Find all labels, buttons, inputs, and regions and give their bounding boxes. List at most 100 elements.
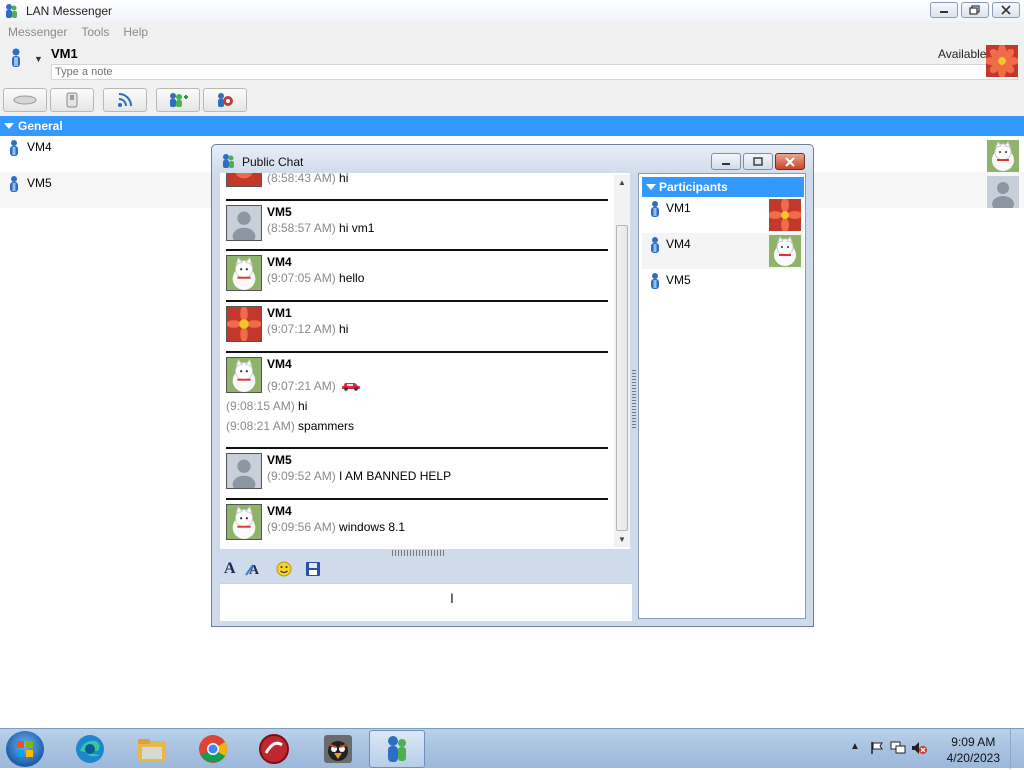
- clock[interactable]: 9:09 AM 4/20/2023: [947, 734, 1000, 766]
- car-emoticon-icon: [342, 383, 361, 391]
- conversation-icon: [13, 95, 37, 105]
- message-time: (9:09:56 AM): [267, 520, 336, 534]
- show-desktop-button[interactable]: [1010, 729, 1024, 769]
- status-dropdown-icon[interactable]: ▼: [34, 54, 43, 64]
- save-icon[interactable]: [305, 561, 321, 577]
- add-contact-icon: [170, 93, 188, 107]
- add-contact-button[interactable]: [156, 88, 200, 112]
- user-status-icon: [10, 176, 18, 192]
- menu-tools[interactable]: Tools: [81, 25, 109, 39]
- participants-header[interactable]: Participants: [642, 177, 804, 197]
- taskbar-chrome[interactable]: [185, 730, 241, 768]
- pane-splitter[interactable]: [392, 550, 452, 556]
- message-time: (9:08:15 AM): [226, 399, 295, 413]
- user-name: VM1: [51, 46, 78, 61]
- close-icon: [785, 156, 795, 167]
- chrome-icon: [199, 735, 227, 763]
- default-avatar: [226, 205, 262, 241]
- scroll-up-icon[interactable]: ▲: [618, 178, 626, 187]
- lucky-cat-avatar: [226, 255, 262, 291]
- messenger-icon: [6, 4, 17, 18]
- file-transfer-button[interactable]: [50, 88, 94, 112]
- taskbar: ▲ 9:09 AM 4/20/2023: [0, 728, 1024, 769]
- network-icon[interactable]: [890, 741, 906, 755]
- participant-row[interactable]: VM5: [642, 269, 804, 305]
- message-time: (9:07:05 AM): [267, 271, 336, 285]
- lucky-cat-avatar: [987, 140, 1019, 172]
- message-scrollbar[interactable]: ▲ ▼: [614, 175, 630, 547]
- message-text: hi: [298, 399, 308, 413]
- collapse-arrow-icon[interactable]: [646, 184, 656, 190]
- message-history[interactable]: (8:58:43 AM) hi VM5 (8:58:57 AM) hi vm1 …: [220, 173, 630, 549]
- system-tray: ▲ 9:09 AM 4/20/2023: [834, 729, 1024, 769]
- menu-bar: Messenger Tools Help: [0, 22, 1024, 42]
- taskbar-angry-birds[interactable]: [310, 730, 366, 768]
- font-icon[interactable]: A: [224, 560, 236, 578]
- chat-maximize-button[interactable]: [743, 153, 773, 170]
- clock-date: 4/20/2023: [946, 751, 1000, 765]
- text-cursor-icon: I: [450, 590, 454, 606]
- chat-message: VM4 (9:07:05 AM) hello: [226, 255, 616, 293]
- menu-messenger[interactable]: Messenger: [8, 25, 67, 39]
- message-sender: VM5: [267, 205, 292, 219]
- action-center-flag-icon[interactable]: [870, 741, 884, 755]
- taskbar-explorer[interactable]: [124, 730, 180, 768]
- message-text: hi vm1: [339, 221, 375, 235]
- message-compose-input[interactable]: I: [220, 583, 632, 621]
- message-time: (9:08:21 AM): [226, 419, 295, 433]
- smiley-icon[interactable]: [276, 561, 292, 577]
- participant-name: VM4: [666, 237, 691, 251]
- user-avatar[interactable]: [986, 45, 1018, 77]
- scroll-thumb[interactable]: [616, 225, 628, 531]
- participant-row[interactable]: VM4: [642, 233, 804, 269]
- user-status-icon: [651, 201, 659, 217]
- message-separator: [226, 300, 608, 302]
- broadcast-button[interactable]: [103, 88, 147, 112]
- show-hidden-icons-icon[interactable]: ▲: [850, 741, 860, 752]
- font-color-icon[interactable]: A: [245, 561, 263, 577]
- message-sender: VM5: [267, 453, 292, 467]
- group-header-general[interactable]: General: [0, 116, 1024, 136]
- message-text: hello: [339, 271, 365, 285]
- edge-icon: [76, 735, 104, 763]
- taskbar-lan-messenger[interactable]: [369, 730, 425, 768]
- message-text: spammers: [298, 419, 355, 433]
- settings-button[interactable]: [203, 88, 247, 112]
- start-button[interactable]: [6, 731, 44, 767]
- messenger-icon: [223, 154, 234, 168]
- message-time: (8:58:57 AM): [267, 221, 336, 235]
- menu-help[interactable]: Help: [123, 25, 148, 39]
- flower-avatar: [769, 199, 801, 231]
- user-status-icon: [651, 273, 659, 289]
- restore-button[interactable]: [961, 2, 989, 18]
- collapse-arrow-icon[interactable]: [4, 123, 14, 129]
- vertical-splitter[interactable]: [632, 370, 636, 430]
- default-avatar: [987, 176, 1019, 208]
- taskbar-app-red[interactable]: [246, 730, 302, 768]
- user-status-icon[interactable]: [10, 48, 22, 68]
- red-app-icon: [259, 734, 289, 764]
- lucky-cat-avatar: [769, 235, 801, 267]
- close-button[interactable]: [992, 2, 1020, 18]
- chat-close-button[interactable]: [775, 153, 805, 170]
- participant-row[interactable]: VM1: [642, 197, 804, 233]
- minimize-icon: [722, 162, 730, 165]
- taskbar-edge[interactable]: [62, 730, 118, 768]
- message-sender: VM4: [267, 504, 292, 518]
- chat-message: VM5 (8:58:57 AM) hi vm1: [226, 205, 616, 243]
- note-input[interactable]: [51, 64, 1018, 80]
- window-title: LAN Messenger: [26, 4, 113, 18]
- chat-minimize-button[interactable]: [711, 153, 741, 170]
- format-toolbar: A A: [220, 557, 632, 581]
- conversation-button[interactable]: [3, 88, 47, 112]
- message-time: (9:07:21 AM): [267, 379, 336, 393]
- message-time: (9:09:52 AM): [267, 469, 336, 483]
- lucky-cat-avatar: [226, 357, 262, 393]
- volume-muted-icon[interactable]: [911, 741, 927, 755]
- default-avatar: [226, 453, 262, 489]
- message-separator: [226, 498, 608, 500]
- scroll-down-icon[interactable]: ▼: [618, 535, 626, 544]
- message-time: (8:58:43 AM): [267, 173, 336, 185]
- message-text: hi: [339, 322, 349, 336]
- minimize-button[interactable]: [930, 2, 958, 18]
